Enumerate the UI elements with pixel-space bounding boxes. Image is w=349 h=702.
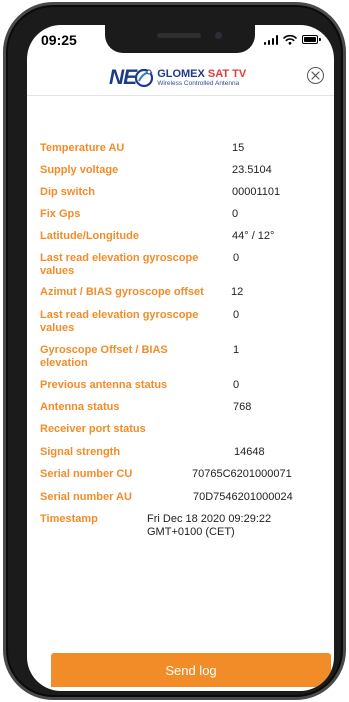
- info-value: 1: [233, 344, 240, 356]
- info-label: Previous antenna status: [40, 379, 168, 391]
- info-label: Latitude/Longitude: [40, 230, 139, 242]
- info-label: Last read elevation gyroscope values: [40, 252, 199, 277]
- info-label: Supply voltage: [40, 164, 119, 176]
- info-label: Serial number AU: [40, 491, 132, 503]
- battery-icon: [302, 34, 322, 45]
- notch: [105, 25, 255, 53]
- info-value: 00001101: [232, 186, 281, 198]
- logo-neo: NE: [109, 66, 137, 89]
- camera: [215, 32, 222, 39]
- info-label: Temperature AU: [40, 142, 125, 154]
- brand-logo: NE GLOMEX SAT TV Wireless Controlled Ant…: [109, 64, 246, 92]
- info-label: Last read elevation gyroscope values: [40, 309, 199, 334]
- info-value: 0: [232, 208, 239, 220]
- app-header: NE GLOMEX SAT TV Wireless Controlled Ant…: [27, 55, 334, 96]
- info-label: Gyroscope Offset / BIAS elevation: [40, 344, 168, 369]
- info-label: Dip switch: [40, 186, 96, 198]
- info-value: 15: [232, 142, 245, 154]
- send-log-button[interactable]: Send log: [51, 653, 331, 687]
- info-label: Serial number CU: [40, 468, 133, 480]
- phone-frame: 09:25 NE GLOMEX SAT TV Wireless Controll…: [3, 2, 346, 700]
- info-value: 0: [233, 309, 240, 321]
- status-time: 09:25: [41, 32, 77, 48]
- info-value: 0: [233, 252, 240, 264]
- speaker: [157, 33, 201, 38]
- info-value: Fri Dec 18 2020 09:29:22 GMT+0100 (CET): [147, 513, 272, 538]
- info-value: 768: [233, 401, 252, 413]
- logo-subtitle: Wireless Controlled Antenna: [157, 79, 240, 87]
- logo-brand-main: GLOMEX: [157, 67, 208, 80]
- signal-icon: [263, 34, 278, 45]
- info-value: 70D7546201000024: [193, 491, 293, 503]
- info-value: 14648: [234, 446, 265, 458]
- info-label: Antenna status: [40, 401, 120, 413]
- logo-brand-accent: SAT TV: [207, 67, 247, 80]
- app-screen: 09:25 NE GLOMEX SAT TV Wireless Controll…: [27, 25, 334, 691]
- info-value: 0: [233, 379, 240, 391]
- info-value: 70765C6201000071: [192, 468, 292, 480]
- info-label: Azimut / BIAS gyroscope offset: [40, 286, 204, 298]
- logo-brand: GLOMEX SAT TV: [157, 67, 247, 80]
- info-value: 44° / 12°: [232, 230, 275, 242]
- info-label: Receiver port status: [40, 423, 146, 435]
- info-label: Fix Gps: [40, 208, 81, 220]
- logo-swirl-icon: [135, 68, 154, 88]
- info-label: Signal strength: [40, 446, 121, 458]
- close-icon[interactable]: [307, 67, 324, 84]
- info-value: 23.5104: [232, 164, 272, 176]
- status-icons: [263, 34, 323, 45]
- info-value: 12: [231, 286, 244, 298]
- wifi-icon: [283, 34, 297, 45]
